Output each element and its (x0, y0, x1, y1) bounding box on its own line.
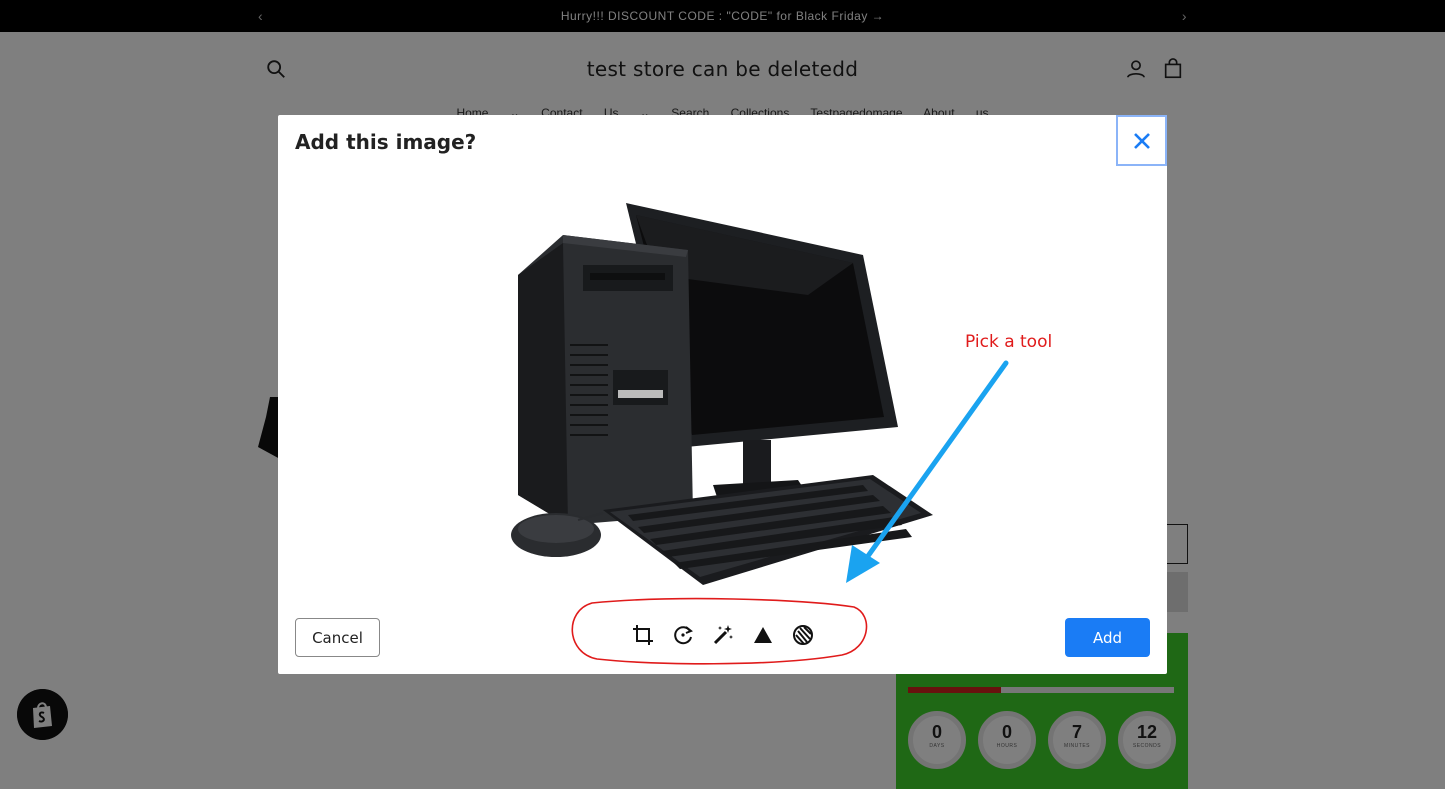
annotation-arrow-icon (846, 360, 1009, 583)
rotate-tool-button[interactable] (670, 622, 696, 648)
triangle-icon (754, 627, 772, 643)
filter-tool-button[interactable] (790, 622, 816, 648)
enhance-tool-button[interactable] (710, 622, 736, 648)
crop-icon (633, 625, 653, 645)
rotate-icon (674, 626, 693, 645)
add-image-dialog: Add this image? Pick a tool Cancel Add (278, 115, 1167, 674)
annotation-label: Pick a tool (965, 332, 1053, 352)
crop-tool-button[interactable] (630, 622, 656, 648)
close-button[interactable] (1116, 115, 1167, 166)
image-tools-toolbar (630, 621, 816, 649)
close-icon (1133, 132, 1150, 149)
magic-wand-icon (713, 625, 733, 645)
sharpen-tool-button[interactable] (750, 622, 776, 648)
fingerprint-icon (793, 625, 813, 645)
dialog-title: Add this image? (295, 130, 477, 154)
add-button[interactable]: Add (1065, 618, 1150, 657)
cancel-button[interactable]: Cancel (295, 618, 380, 657)
